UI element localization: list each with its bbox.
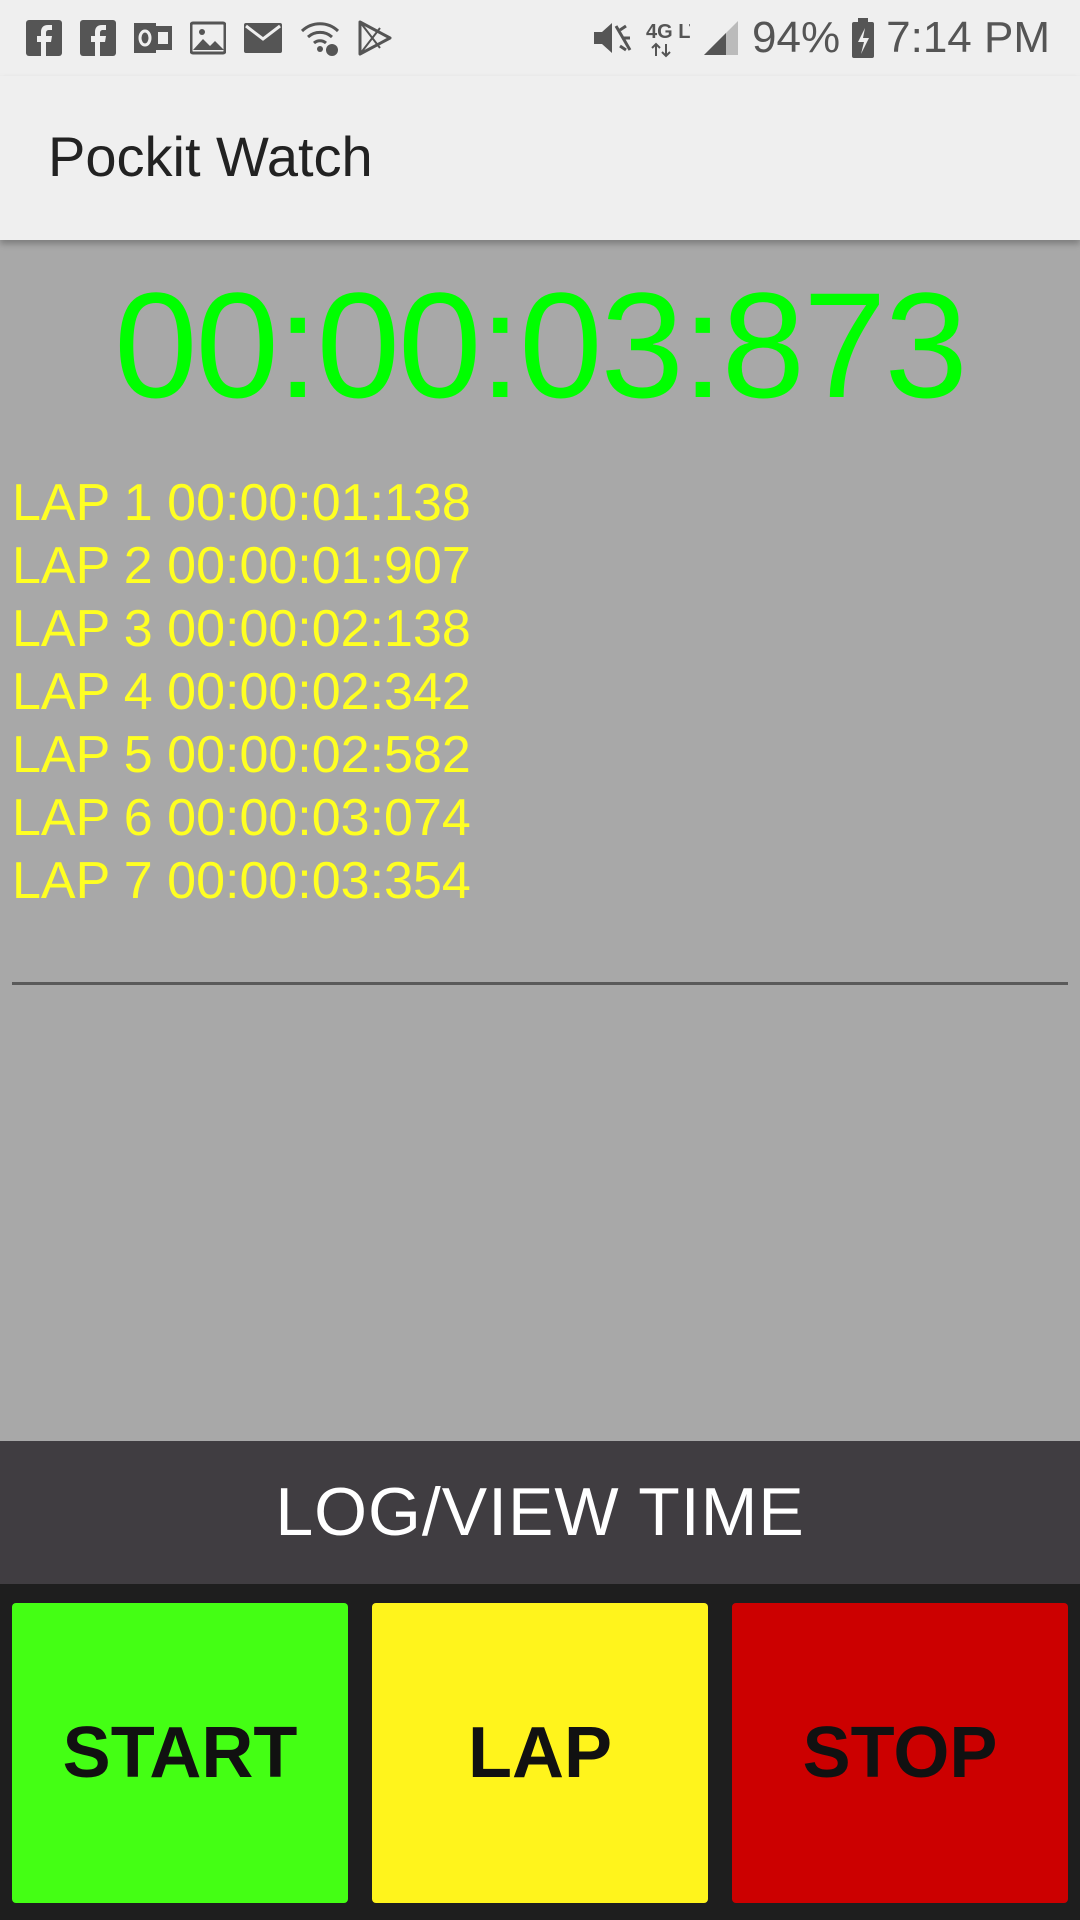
app-title: Pockit Watch xyxy=(48,125,373,188)
log-view-time-button[interactable]: LOG/VIEW TIME xyxy=(0,1441,1080,1584)
lap-item: LAP 4 00:00:02:342 xyxy=(12,663,471,721)
lap-item: LAP 5 00:00:02:582 xyxy=(12,726,471,784)
clock: 7:14 PM xyxy=(886,13,1050,62)
app-bar: Pockit Watch xyxy=(0,76,1080,240)
facebook-icon xyxy=(26,20,62,56)
control-bar: START LAP STOP xyxy=(0,1584,1080,1920)
lap-item: LAP 3 00:00:02:138 xyxy=(12,600,471,658)
status-bar: 4G LTE 94% 7:14 PM xyxy=(0,0,1080,76)
email-icon xyxy=(244,23,282,53)
lap-item: LAP 7 00:00:03:354 xyxy=(12,852,471,910)
gallery-icon xyxy=(190,20,226,56)
lap-item: LAP 1 00:00:01:138 xyxy=(12,474,471,532)
outlook-icon xyxy=(134,20,172,56)
signal-icon xyxy=(702,19,740,57)
notification-icons xyxy=(26,14,392,62)
lap-item: LAP 6 00:00:03:074 xyxy=(12,789,471,847)
network-type-label: 4G LTE xyxy=(646,21,690,43)
wifi-call-icon xyxy=(300,19,340,57)
battery-percent: 94% xyxy=(752,13,841,62)
network-type-icon: 4G LTE xyxy=(646,18,690,58)
play-store-icon xyxy=(358,20,392,56)
stopwatch-panel: 00:00:03:873 LAP 1 00:00:01:138 LAP 2 00… xyxy=(0,240,1080,1441)
battery-icon xyxy=(852,18,875,58)
mute-icon xyxy=(592,18,634,58)
start-button[interactable]: START xyxy=(12,1603,348,1903)
facebook-icon xyxy=(80,20,116,56)
divider xyxy=(12,982,1068,985)
lap-list: LAP 1 00:00:01:138 LAP 2 00:00:01:907 LA… xyxy=(12,472,471,913)
system-status: 4G LTE 94% 7:14 PM xyxy=(592,10,1050,66)
elapsed-time-display: 00:00:03:873 xyxy=(114,261,968,429)
lap-item: LAP 2 00:00:01:907 xyxy=(12,537,471,595)
stop-button[interactable]: STOP xyxy=(732,1603,1068,1903)
lap-button[interactable]: LAP xyxy=(372,1603,708,1903)
